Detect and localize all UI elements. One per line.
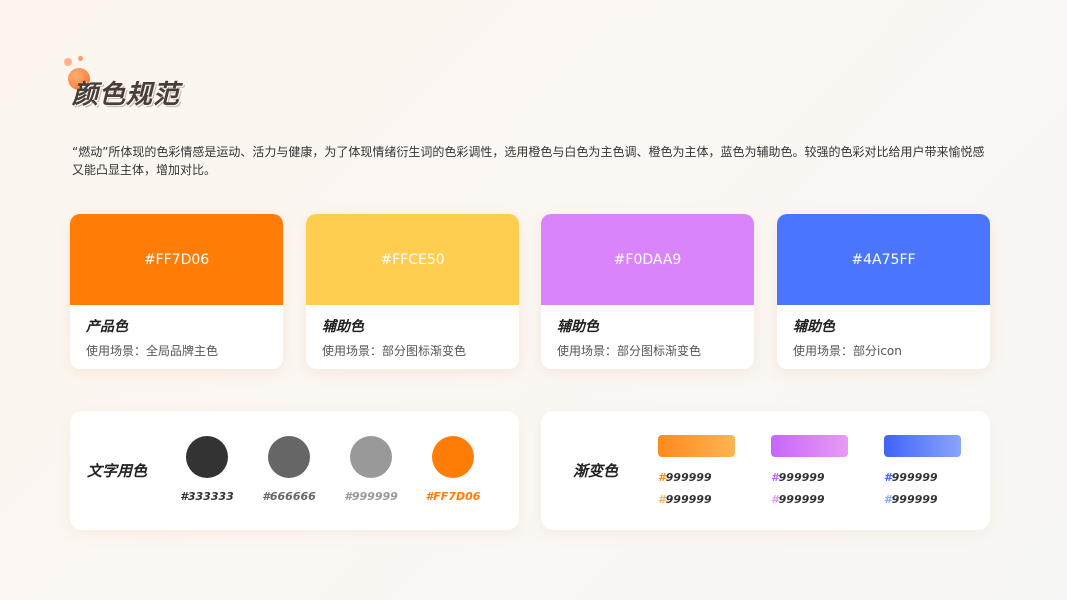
color-hex-label: #4A75FF xyxy=(851,251,916,268)
gradient-hash: # xyxy=(771,493,779,506)
color-circle-666666 xyxy=(268,436,310,478)
gradient-bar-purple xyxy=(771,435,848,457)
gradient-hash: # xyxy=(658,471,666,484)
color-card-usage: 使用场景：部分图标渐变色 xyxy=(557,344,702,358)
color-circle-333333 xyxy=(186,436,228,478)
text-colors-title: 文字用色 xyxy=(87,462,148,480)
color-card-auxiliary-purple: #F0DAA9 辅助色 使用场景：部分图标渐变色 xyxy=(541,214,754,369)
gradient-bar-orange xyxy=(658,435,735,457)
color-swatch: #4A75FF xyxy=(777,214,990,305)
title-decoration-dot-small xyxy=(64,58,72,66)
color-hex-label: #FFCE50 xyxy=(380,251,445,268)
color-card-auxiliary-blue: #4A75FF 辅助色 使用场景：部分icon xyxy=(777,214,990,369)
gradient-value: 999999 xyxy=(665,493,712,506)
color-card-name: 辅助色 xyxy=(557,319,599,335)
gradient-bar-blue xyxy=(884,435,961,457)
gradient-hash: # xyxy=(884,471,892,484)
color-circle-ff7d06 xyxy=(432,436,474,478)
text-colors-panel: 文字用色 #333333 #666666 #999999 #FF7D06 xyxy=(70,411,519,530)
gradient-value: 999999 xyxy=(891,471,938,484)
gradient-value: 999999 xyxy=(778,493,825,506)
gradient-label: #999999 xyxy=(771,471,825,484)
gradient-label: #999999 xyxy=(884,471,938,484)
gradient-hash: # xyxy=(771,471,779,484)
color-circle-999999 xyxy=(350,436,392,478)
gradient-hash: # xyxy=(884,493,892,506)
gradient-value: 999999 xyxy=(891,493,938,506)
color-swatch: #FF7D06 xyxy=(70,214,283,305)
color-card-product: #FF7D06 产品色 使用场景：全局品牌主色 xyxy=(70,214,283,369)
gradient-hash: # xyxy=(658,493,666,506)
gradient-label: #999999 xyxy=(771,493,825,506)
gradients-title: 渐变色 xyxy=(573,462,619,480)
color-swatch: #FFCE50 xyxy=(306,214,519,305)
gradient-label: #999999 xyxy=(884,493,938,506)
color-swatch: #F0DAA9 xyxy=(541,214,754,305)
color-card-usage: 使用场景：全局品牌主色 xyxy=(86,344,219,358)
color-circle-label: #FF7D06 xyxy=(425,490,481,503)
color-card-usage: 使用场景：部分图标渐变色 xyxy=(322,344,467,358)
color-circle-label: #333333 xyxy=(180,490,234,503)
intro-paragraph: “燃动”所体现的色彩情感是运动、活力与健康，为了体现情绪衍生词的色彩调性，选用橙… xyxy=(72,145,985,177)
color-card-name: 产品色 xyxy=(86,319,128,335)
gradient-value: 999999 xyxy=(778,471,825,484)
color-hex-label: #FF7D06 xyxy=(143,251,210,268)
gradient-label: #999999 xyxy=(658,493,712,506)
page-title: 颜色规范 xyxy=(72,80,181,110)
gradient-label: #999999 xyxy=(658,471,712,484)
color-circle-label: #999999 xyxy=(344,490,398,503)
color-card-name: 辅助色 xyxy=(322,319,364,335)
color-hex-label: #F0DAA9 xyxy=(613,251,682,268)
gradient-value: 999999 xyxy=(665,471,712,484)
color-card-auxiliary-yellow: #FFCE50 辅助色 使用场景：部分图标渐变色 xyxy=(306,214,519,369)
color-card-name: 辅助色 xyxy=(793,319,835,335)
color-card-usage: 使用场景：部分icon xyxy=(793,344,902,358)
gradients-panel: 渐变色 #999999 #999999 #999999 #999999 #999… xyxy=(541,411,990,530)
title-decoration-dot-tiny xyxy=(78,56,83,61)
color-circle-label: #666666 xyxy=(262,490,316,503)
